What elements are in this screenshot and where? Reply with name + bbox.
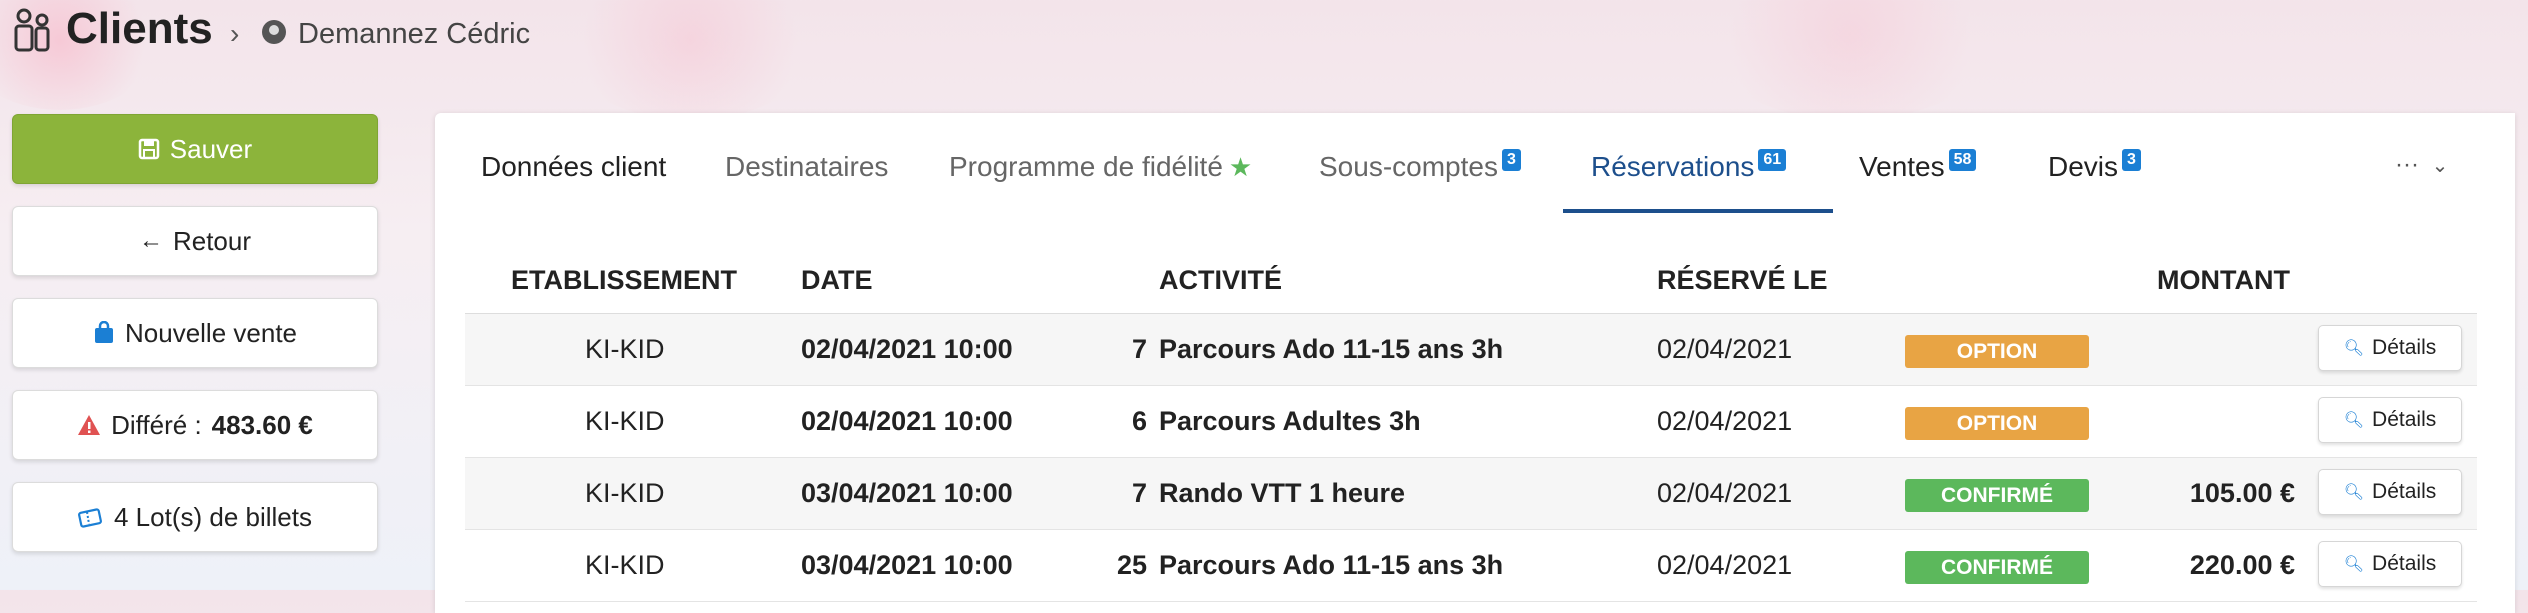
ticket-icon (78, 508, 102, 528)
table-header: ETABLISSEMENT DATE ACTIVITÉ RÉSERVÉ LE M… (465, 261, 2477, 315)
details-button[interactable]: 🔍︎ Détails (2318, 541, 2462, 587)
date-cell: 02/04/2021 10:00 (801, 406, 1013, 436)
reserved-on-cell: 02/04/2021 (1657, 334, 1793, 364)
tickets-button-label: 4 Lot(s) de billets (114, 501, 312, 532)
tab-label: Réservations (1591, 151, 1755, 182)
table-row[interactable]: KI-KID 03/04/2021 10:00 25 Parcours Ado … (465, 530, 2477, 602)
status-badge: OPTION (1905, 335, 2089, 368)
background-blossom (1700, 0, 2000, 120)
activity-cell: Parcours Ado 11-15 ans 3h (1159, 334, 1504, 364)
amount-cell: 220.00 € (2189, 550, 2295, 580)
column-header-activity[interactable]: ACTIVITÉ (1159, 265, 1282, 296)
column-header-reserved-on[interactable]: RÉSERVÉ LE (1657, 265, 1828, 296)
tab-quotes[interactable]: Devis 3 (2048, 149, 2141, 183)
save-button-label: Sauver (169, 133, 253, 164)
quantity-cell: 7 (1131, 478, 1147, 508)
tab-label: Destinataires (725, 151, 889, 182)
clients-app-icon (14, 8, 50, 52)
shopping-bag-icon (95, 321, 113, 343)
warning-icon (78, 415, 101, 435)
column-header-establishment[interactable]: ETABLISSEMENT (511, 265, 737, 296)
breadcrumb-client-name[interactable]: Demannez Cédric (298, 18, 530, 51)
details-button-label: Détails (2372, 552, 2437, 575)
details-button-label: Détails (2372, 336, 2437, 359)
table-row[interactable]: KI-KID 02/04/2021 10:00 7 Parcours Ado 1… (465, 314, 2477, 386)
date-cell: 03/04/2021 10:00 (801, 550, 1013, 580)
establishment-cell: KI-KID (585, 478, 665, 508)
tab-label: Données client (481, 151, 667, 182)
activity-cell: Parcours Adultes 3h (1159, 406, 1421, 436)
save-icon (138, 138, 160, 160)
establishment-cell: KI-KID (585, 550, 665, 580)
column-header-date[interactable]: DATE (801, 265, 873, 296)
tab-label: Programme de fidélité (949, 151, 1223, 182)
tab-count-badge: 58 (1948, 149, 1977, 171)
star-icon: ★ (1228, 152, 1253, 182)
reserved-on-cell: 02/04/2021 (1657, 550, 1793, 580)
back-button[interactable]: ← Retour (12, 206, 378, 276)
quantity-cell: 7 (1131, 334, 1147, 364)
details-button[interactable]: 🔍︎ Détails (2318, 325, 2462, 371)
tab-label: Ventes (1859, 151, 1945, 182)
client-panel: Données client Destinataires Programme d… (435, 113, 2515, 613)
arrow-left-icon: ← (138, 227, 163, 254)
ellipsis-icon: ··· (2395, 151, 2419, 178)
search-icon: 🔍︎ (2343, 412, 2365, 429)
deferred-amount: 483.60 € (211, 409, 313, 440)
tab-sub-accounts[interactable]: Sous-comptes 3 (1319, 149, 1521, 183)
back-button-label: Retour (172, 225, 252, 256)
page-header: Clients › Demannez Cédric (0, 0, 900, 70)
tab-recipients[interactable]: Destinataires (725, 151, 888, 183)
table-row[interactable]: KI-KID 03/04/2021 10:00 7 Rando VTT 1 he… (465, 458, 2477, 530)
details-button[interactable]: 🔍︎ Détails (2318, 469, 2462, 515)
tickets-button[interactable]: 4 Lot(s) de billets (12, 482, 378, 552)
status-badge: CONFIRMÉ (1905, 479, 2089, 512)
status-badge: OPTION (1905, 407, 2089, 440)
details-button-label: Détails (2372, 480, 2437, 503)
chevron-down-icon: ⌄ (2431, 155, 2449, 177)
page-title: Clients (66, 4, 213, 53)
search-icon: 🔍︎ (2343, 484, 2365, 501)
activity-cell: Parcours Ado 11-15 ans 3h (1159, 550, 1504, 580)
more-tabs-dropdown[interactable]: ··· ⌄ (2395, 151, 2448, 179)
quantity-cell: 25 (1116, 550, 1147, 580)
tab-client-data[interactable]: Données client (481, 151, 666, 183)
search-icon: 🔍︎ (2343, 340, 2365, 357)
column-header-amount[interactable]: MONTANT (2157, 265, 2290, 296)
reserved-on-cell: 02/04/2021 (1657, 478, 1793, 508)
reserved-on-cell: 02/04/2021 (1657, 406, 1793, 436)
active-tab-indicator (1563, 209, 1833, 213)
activity-cell: Rando VTT 1 heure (1159, 478, 1406, 508)
details-button[interactable]: 🔍︎ Détails (2318, 397, 2462, 443)
tab-sales[interactable]: Ventes 58 (1859, 149, 1977, 183)
new-sale-button-label: Nouvelle vente (125, 317, 297, 348)
user-icon (262, 20, 286, 44)
breadcrumb-chevron-icon: › (230, 18, 240, 49)
table-row[interactable]: KI-KID 02/04/2021 10:00 6 Parcours Adult… (465, 386, 2477, 458)
deferred-label: Différé : (111, 409, 202, 440)
date-cell: 03/04/2021 10:00 (801, 478, 1013, 508)
establishment-cell: KI-KID (585, 406, 665, 436)
quantity-cell: 6 (1131, 406, 1147, 436)
tab-label: Devis (2048, 151, 2119, 182)
tab-bar: Données client Destinataires Programme d… (435, 113, 2515, 213)
save-button[interactable]: Sauver (12, 114, 378, 184)
tab-count-badge: 3 (1501, 149, 1521, 171)
status-badge: CONFIRMÉ (1905, 551, 2089, 584)
deferred-balance-button[interactable]: Différé : 483.60 € (12, 390, 378, 460)
tab-label: Sous-comptes (1319, 151, 1498, 182)
date-cell: 02/04/2021 10:00 (801, 334, 1013, 364)
details-button-label: Détails (2372, 408, 2437, 431)
establishment-cell: KI-KID (585, 334, 665, 364)
tab-reservations[interactable]: Réservations 61 (1591, 149, 1787, 183)
amount-cell: 105.00 € (2189, 478, 2295, 508)
tab-count-badge: 61 (1758, 149, 1787, 171)
new-sale-button[interactable]: Nouvelle vente (12, 298, 378, 368)
tab-loyalty-program[interactable]: Programme de fidélité ★ (949, 151, 1252, 183)
tab-count-badge: 3 (2122, 149, 2141, 171)
search-icon: 🔍︎ (2343, 556, 2365, 573)
